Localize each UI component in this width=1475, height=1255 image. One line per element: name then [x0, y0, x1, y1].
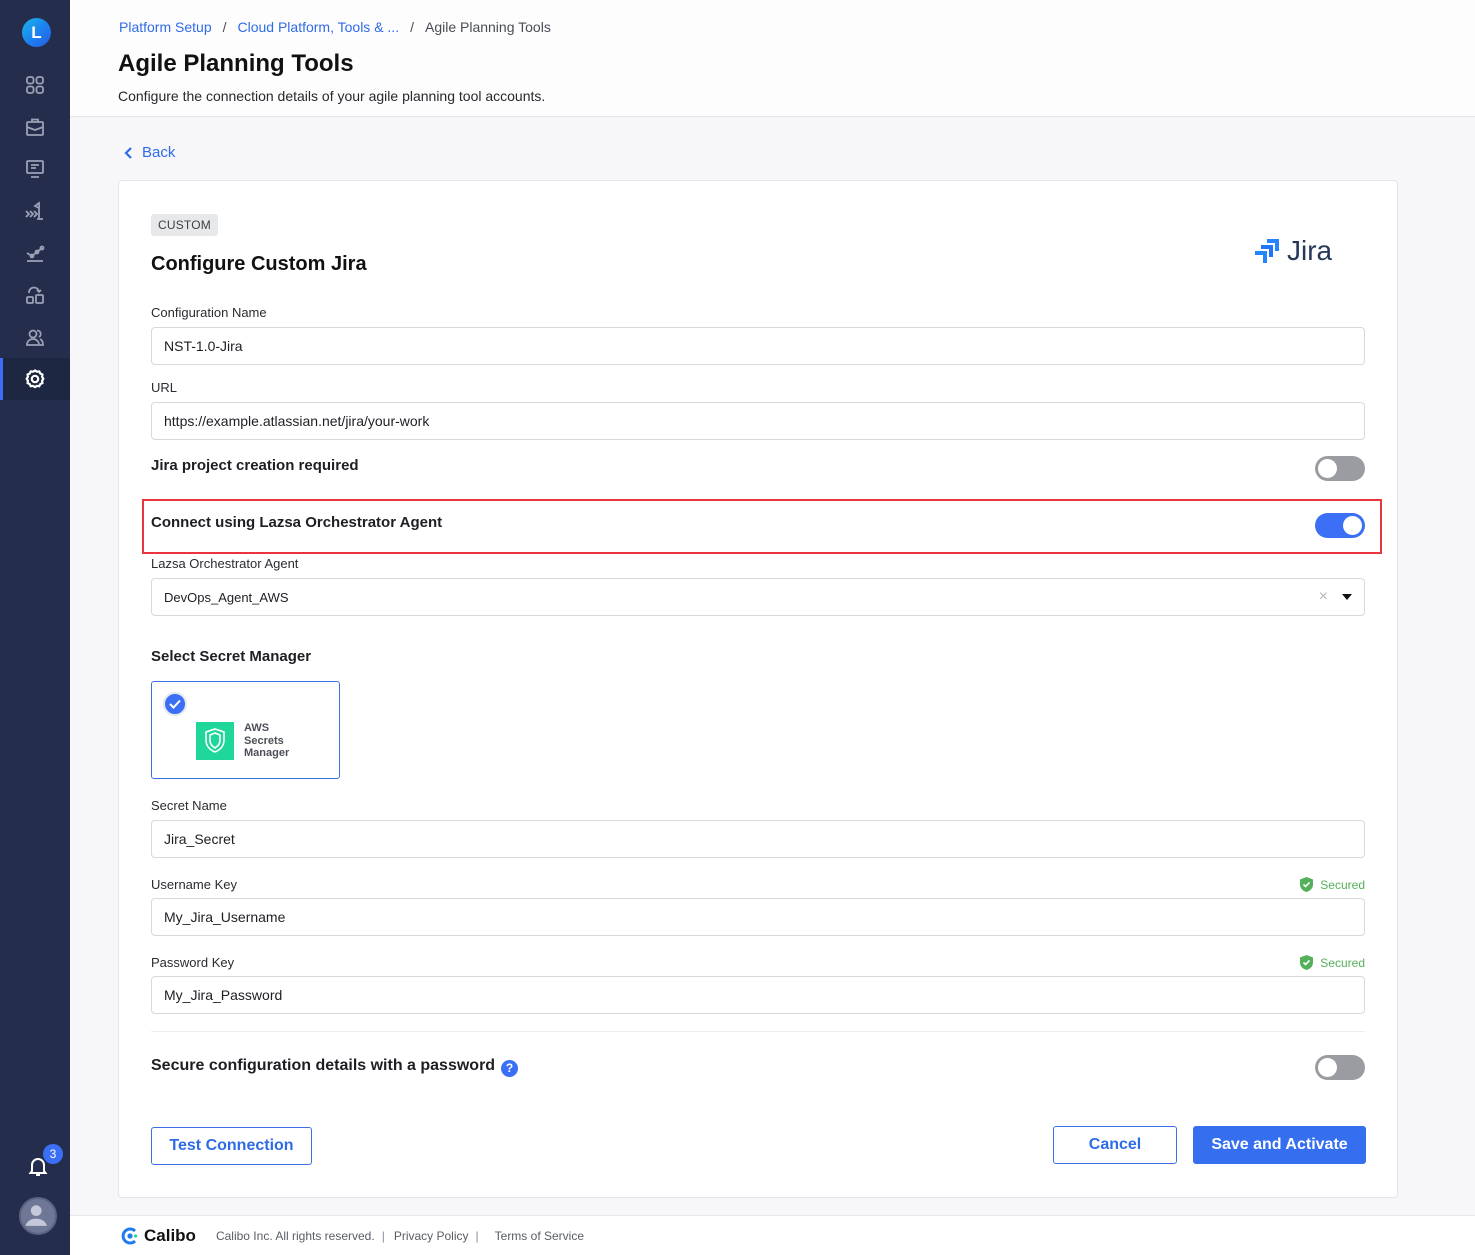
aws-secrets-manager-text: AWS Secrets Manager [244, 722, 290, 759]
test-connection-button[interactable]: Test Connection [151, 1127, 312, 1165]
config-card: CUSTOM Configure Custom Jira Jira Config… [118, 180, 1398, 1198]
project-creation-toggle[interactable] [1315, 456, 1365, 481]
briefcase-icon [26, 118, 44, 136]
sidebar: L 3 [0, 0, 70, 1255]
page-title: Agile Planning Tools [118, 50, 354, 77]
password-key-label: Password Key [151, 955, 235, 970]
flag-arrows-icon [25, 201, 43, 220]
footer: Calibo Calibo Inc. All rights reserved. … [70, 1215, 1475, 1255]
sidebar-item-integrations[interactable] [0, 274, 70, 316]
line-chart-icon [26, 245, 45, 262]
connect-agent-label: Connect using Lazsa Orchestrator Agent [151, 514, 443, 531]
save-and-activate-button[interactable]: Save and Activate [1193, 1126, 1366, 1164]
secure-password-row: Secure configuration details with a pass… [151, 1057, 519, 1077]
shield-check-icon [1300, 955, 1314, 970]
toggle-knob [1318, 1058, 1337, 1077]
jira-icon [1255, 239, 1279, 263]
aws-secrets-manager-option[interactable]: AWS Secrets Manager [151, 681, 340, 779]
sidebar-item-settings[interactable] [0, 358, 70, 400]
breadcrumb-separator: / [222, 19, 227, 35]
shapes-refresh-icon [26, 286, 44, 304]
config-name-input[interactable]: NST-1.0-Jira [151, 327, 1365, 365]
username-key-input[interactable]: My_Jira_Username [151, 898, 1365, 936]
page-header: Platform Setup / Cloud Platform, Tools &… [70, 0, 1475, 117]
shield-check-icon [1300, 877, 1314, 892]
secret-name-label: Secret Name [151, 798, 227, 813]
sidebar-item-users[interactable] [0, 316, 70, 358]
breadcrumb: Platform Setup / Cloud Platform, Tools &… [119, 19, 551, 35]
copyright-text: Calibo Inc. All rights reserved. [215, 1228, 375, 1243]
shield-icon [205, 728, 225, 753]
custom-tag: CUSTOM [151, 214, 218, 236]
password-key-input[interactable]: My_Jira_Password [151, 976, 1365, 1014]
users-icon [26, 329, 44, 346]
help-icon[interactable]: ? [501, 1059, 519, 1077]
jira-logo-text: Jira [1287, 235, 1333, 266]
url-label: URL [151, 380, 178, 395]
back-link[interactable]: Back [124, 144, 175, 161]
agent-label: Lazsa Orchestrator Agent [151, 556, 299, 571]
chevron-left-icon [124, 146, 132, 159]
calibo-logo: Calibo [120, 1226, 196, 1246]
agent-select[interactable]: DevOps_Agent_AWS × [151, 578, 1365, 616]
terms-of-service-link[interactable]: Terms of Service [495, 1229, 584, 1243]
agent-select-value: DevOps_Agent_AWS [164, 589, 289, 605]
sidebar-item-products[interactable] [0, 106, 70, 148]
sidebar-item-dashboard[interactable] [0, 64, 70, 106]
url-input[interactable]: https://example.atlassian.net/jira/your-… [151, 402, 1365, 440]
monitor-icon [26, 160, 44, 178]
divider [151, 1031, 1365, 1032]
footer-separator: | [475, 1228, 479, 1243]
breadcrumb-platform-setup[interactable]: Platform Setup [119, 19, 212, 35]
card-title: Configure Custom Jira [151, 253, 367, 275]
sidebar-item-insights[interactable] [0, 232, 70, 274]
secure-password-label: Secure configuration details with a pass… [151, 1057, 496, 1074]
back-label: Back [142, 144, 176, 161]
connect-agent-toggle[interactable] [1315, 513, 1365, 538]
cancel-button[interactable]: Cancel [1053, 1126, 1177, 1164]
sidebar-item-monitor[interactable] [0, 148, 70, 190]
breadcrumb-current: Agile Planning Tools [424, 19, 551, 35]
notification-badge: 3 [43, 1144, 63, 1164]
jira-logo: Jira [1253, 235, 1332, 267]
toggle-knob [1318, 459, 1337, 478]
aws-secrets-manager-logo [196, 722, 234, 760]
username-key-label: Username Key [151, 877, 237, 892]
page-subtitle: Configure the connection details of your… [118, 88, 546, 104]
user-avatar[interactable] [19, 1197, 57, 1235]
user-icon [25, 1205, 47, 1226]
gear-icon [25, 369, 45, 389]
secret-name-input[interactable]: Jira_Secret [151, 820, 1365, 858]
username-secured-status: Secured [1299, 876, 1365, 893]
breadcrumb-separator: / [410, 19, 414, 35]
calibo-icon [121, 1227, 138, 1244]
app-logo[interactable]: L [22, 18, 51, 47]
secure-password-toggle[interactable] [1315, 1055, 1365, 1080]
check-circle-icon [163, 692, 187, 716]
footer-separator: | [381, 1228, 385, 1243]
breadcrumb-cloud-platform[interactable]: Cloud Platform, Tools & ... [238, 19, 400, 35]
toggle-knob [1343, 516, 1362, 535]
password-secured-status: Secured [1299, 954, 1365, 971]
sidebar-item-releases[interactable] [0, 190, 70, 232]
config-name-label: Configuration Name [151, 305, 267, 320]
privacy-policy-link[interactable]: Privacy Policy [394, 1229, 469, 1243]
secret-manager-label: Select Secret Manager [151, 648, 312, 665]
project-creation-label: Jira project creation required [151, 457, 359, 474]
clear-icon[interactable]: × [1319, 588, 1328, 606]
caret-down-icon[interactable] [1342, 594, 1352, 600]
grid-icon [26, 76, 44, 94]
